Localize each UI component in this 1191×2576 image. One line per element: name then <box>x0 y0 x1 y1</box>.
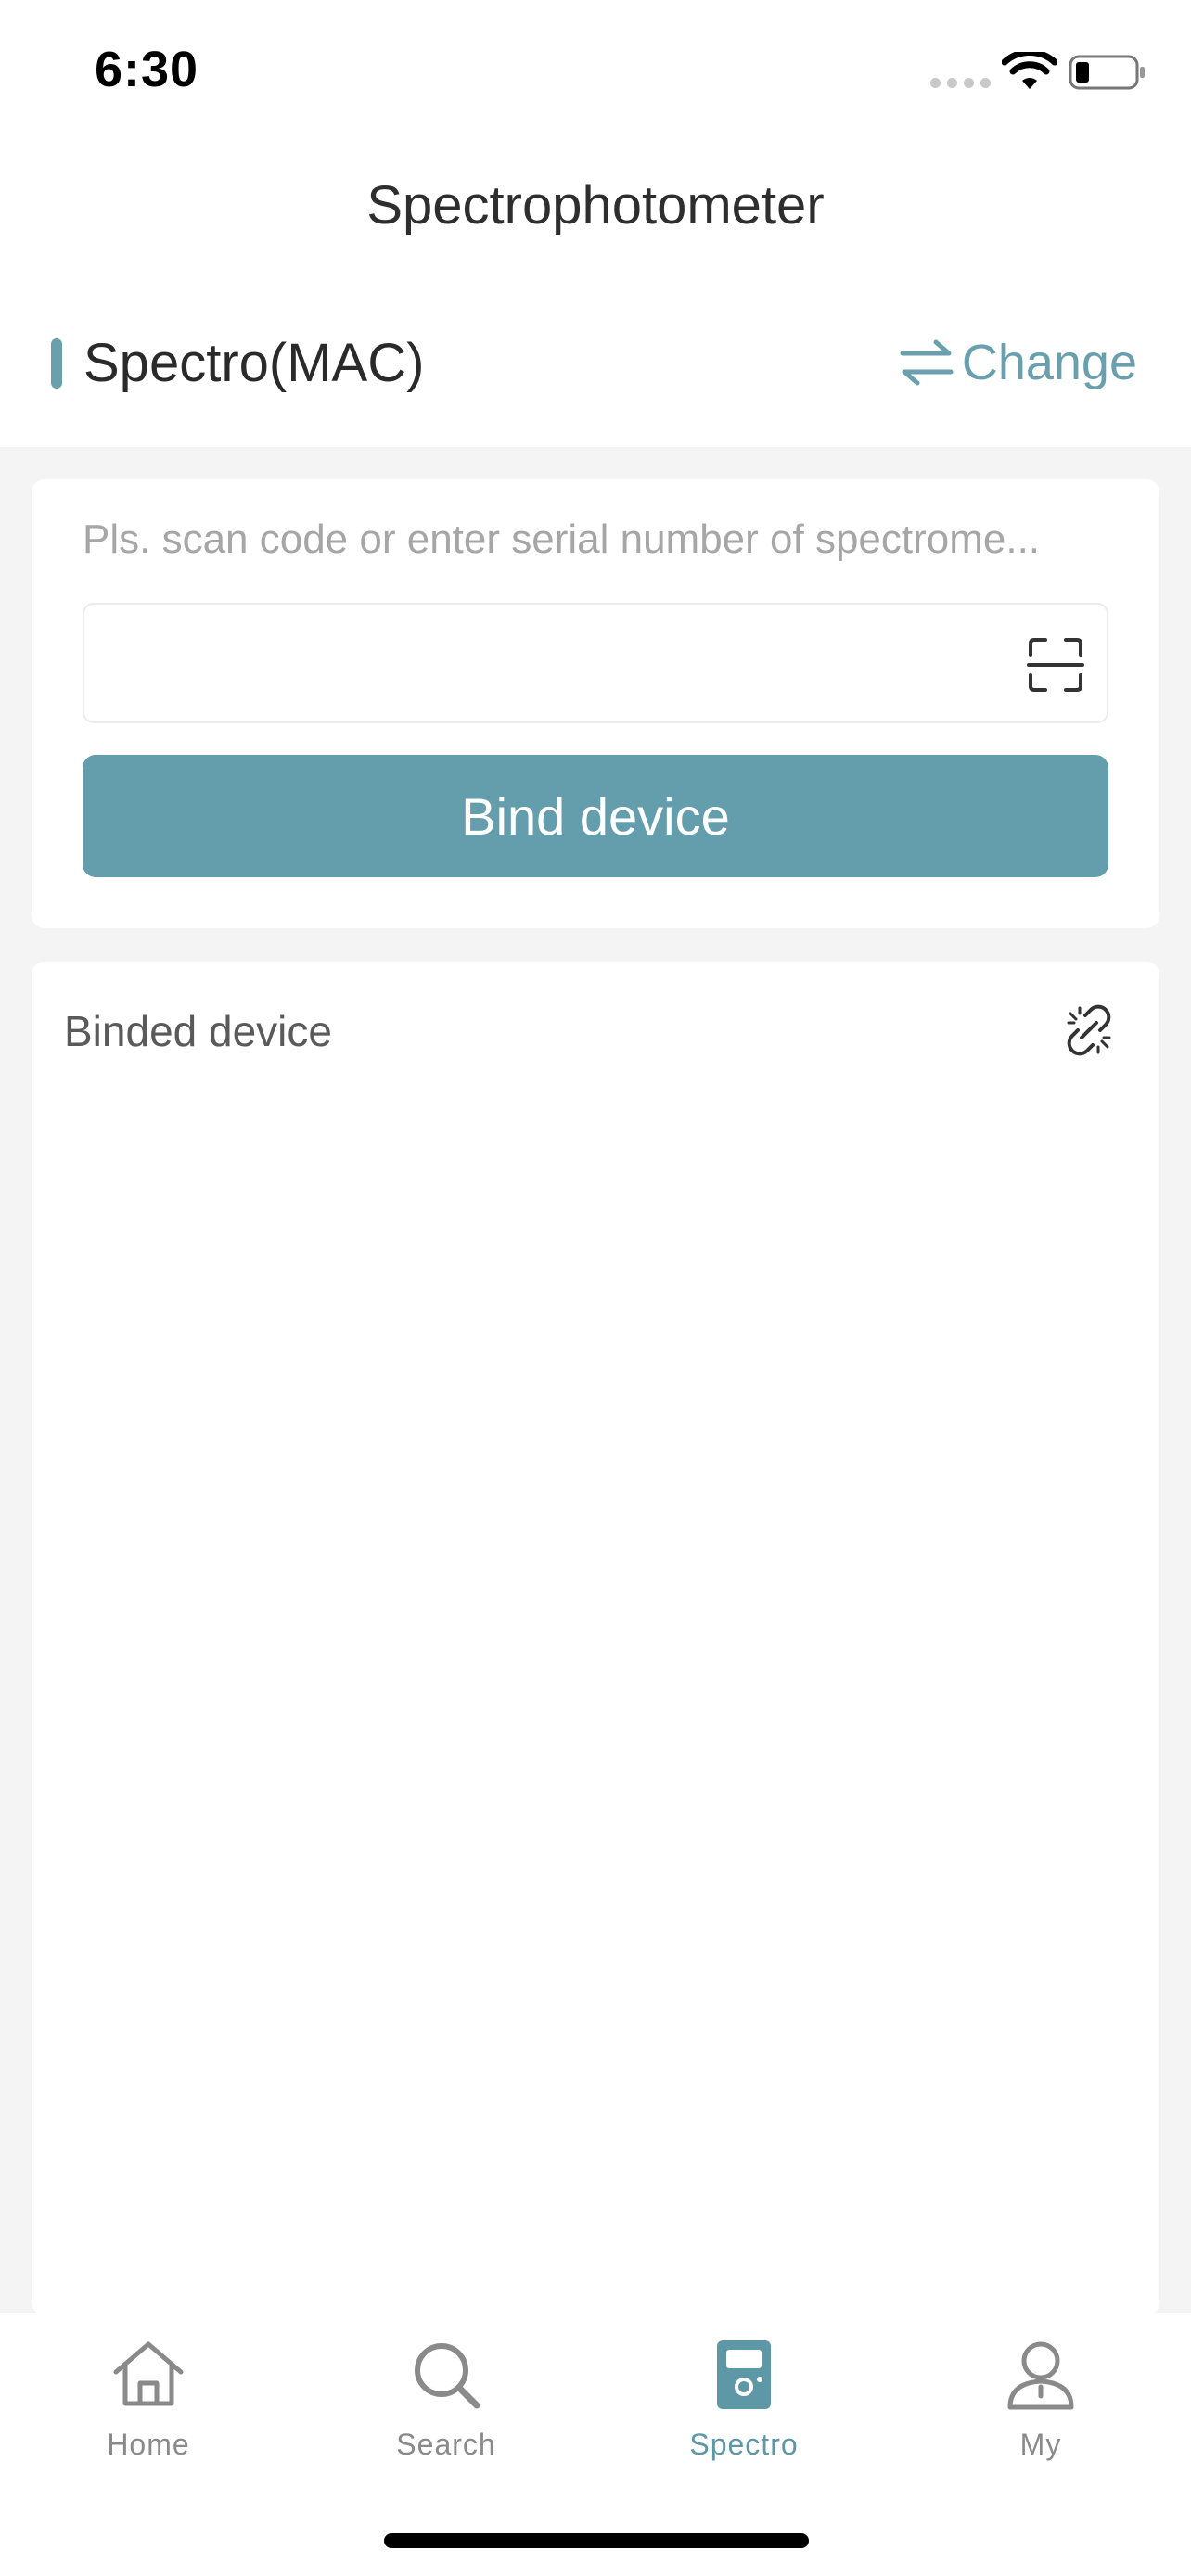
tab-search[interactable]: Search <box>353 2335 539 2462</box>
section-title: Spectro(MAC) <box>83 333 425 393</box>
search-icon <box>415 2343 480 2409</box>
serial-number-input[interactable] <box>103 623 993 705</box>
change-label: Change <box>961 335 1137 390</box>
tab-spectro[interactable]: Spectro <box>651 2335 837 2462</box>
wifi-icon <box>1002 52 1057 89</box>
accent-bar <box>51 338 62 389</box>
tab-my-label: My <box>1019 2428 1062 2461</box>
navigation-bar: Spectrophotometer <box>0 139 1191 278</box>
tab-home-label: Home <box>107 2428 190 2461</box>
status-bar: 6:30 <box>0 0 1191 139</box>
status-time: 6:30 <box>95 42 199 97</box>
home-indicator[interactable] <box>384 2533 809 2548</box>
swap-arrows-icon <box>900 339 954 386</box>
tab-spectro-label: Spectro <box>689 2428 799 2461</box>
binded-device-card: Binded device <box>32 962 1159 2315</box>
unlink-icon[interactable] <box>1061 1002 1117 1058</box>
scan-icon[interactable] <box>1027 636 1084 694</box>
change-button[interactable]: Change <box>899 334 1137 391</box>
tab-search-label: Search <box>396 2428 496 2461</box>
bind-card: Pls. scan code or enter serial number of… <box>32 479 1159 928</box>
tab-my[interactable]: My <box>948 2335 1133 2462</box>
tab-home[interactable]: Home <box>56 2335 241 2462</box>
user-icon <box>1007 2341 1074 2410</box>
cellular-signal-icon <box>930 78 991 88</box>
bind-device-button[interactable]: Bind device <box>83 755 1108 877</box>
home-icon <box>113 2341 184 2406</box>
binded-device-title: Binded device <box>64 1007 332 1055</box>
bind-hint: Pls. scan code or enter serial number of… <box>83 516 1041 562</box>
section-header: Spectro(MAC) Change <box>0 278 1191 447</box>
page-title: Spectrophotometer <box>366 175 825 236</box>
battery-icon <box>1069 55 1145 90</box>
app-screen: 6:30 Spectrophotometer Spectro(MAC) Chan… <box>0 0 1191 2576</box>
serial-field <box>83 603 1108 723</box>
spectro-device-icon <box>717 2340 771 2409</box>
